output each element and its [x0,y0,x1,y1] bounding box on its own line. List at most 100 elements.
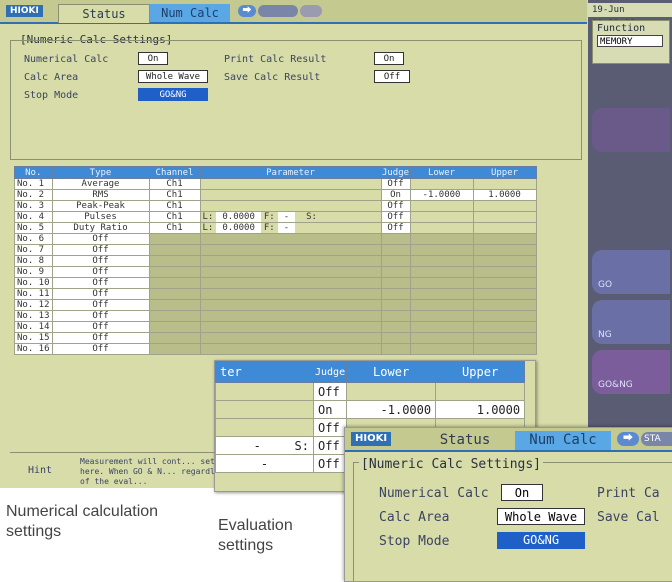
eval-cell-upper[interactable] [435,382,526,401]
cell-no[interactable]: No. 4 [14,211,53,223]
cell-type[interactable]: RMS [51,189,150,201]
eval-cell-lower[interactable]: -1.0000 [346,400,437,419]
table-row[interactable]: No. 10 Off [14,277,537,289]
eval-row[interactable]: Off [215,382,526,401]
table-row[interactable]: No. 9 Off [14,266,537,278]
print-calc-field[interactable]: On [374,52,404,65]
cell-upper[interactable] [472,222,537,234]
eval-cell-judge[interactable]: Off [312,454,348,473]
numerical-calc-field[interactable]: On [138,52,168,65]
cell-judge [380,310,411,322]
cell-lower[interactable] [409,178,474,190]
cell-parameter[interactable] [199,200,382,212]
table-row[interactable]: No. 5 Duty Ratio Ch1 L: 0.0000 F: - Off [14,222,537,234]
cell-no[interactable]: No. 3 [14,200,53,212]
cell-type[interactable]: Off [51,255,150,267]
cell-type[interactable]: Off [51,343,150,355]
param-fval[interactable]: - [277,223,296,233]
cell-channel[interactable]: Ch1 [148,178,201,190]
cell-type[interactable]: Off [51,277,150,289]
side-button-ng[interactable]: NG [592,300,670,344]
table-row[interactable]: No. 1 Average Ch1 Off [14,178,537,190]
cell-upper[interactable] [472,200,537,212]
stop-mode-field[interactable]: GO&NG [138,88,208,101]
cell-judge[interactable]: Off [380,222,411,234]
eval-cell-lower[interactable] [346,382,437,401]
eval-cell-judge[interactable]: Off [312,436,348,455]
eval-cell-judge[interactable]: Off [312,418,348,437]
eval-cell-judge[interactable]: Off [312,382,348,401]
cell-upper[interactable] [472,211,537,223]
cell-parameter[interactable] [199,189,382,201]
cell-channel[interactable]: Ch1 [148,211,201,223]
table-row[interactable]: No. 2 RMS Ch1 On -1.0000 1.0000 [14,189,537,201]
cell-channel[interactable]: Ch1 [148,200,201,212]
eval-cell-judge[interactable]: On [312,400,348,419]
stop-button[interactable] [300,5,322,17]
cell-lower[interactable] [409,211,474,223]
table-row[interactable]: No. 3 Peak-Peak Ch1 Off [14,200,537,212]
cell-type[interactable]: Average [51,178,150,190]
cell-channel[interactable]: Ch1 [148,189,201,201]
cell-type[interactable]: Off [51,321,150,333]
cell-judge[interactable]: Off [380,211,411,223]
cell-upper[interactable]: 1.0000 [472,189,537,201]
cell-lower[interactable]: -1.0000 [409,189,474,201]
table-row[interactable]: No. 12 Off [14,299,537,311]
cell-type[interactable]: Off [51,233,150,245]
table-row[interactable]: No. 15 Off [14,332,537,344]
table-row[interactable]: No. 14 Off [14,321,537,333]
eval-row[interactable]: On -1.0000 1.0000 [215,400,526,419]
cell-no[interactable]: No. 5 [14,222,53,234]
param-fval[interactable]: - [277,212,296,222]
cell-judge[interactable]: Off [380,178,411,190]
param-lval[interactable]: 0.0000 [216,223,261,233]
cell-type[interactable]: Pulses [51,211,150,223]
side-button-go[interactable]: GO [592,250,670,294]
cell-parameter[interactable]: L: 0.0000 F: - S: [199,211,382,223]
cell-lower[interactable] [409,222,474,234]
side-button-top[interactable] [592,108,670,152]
function-box[interactable]: Function MEMORY [592,20,670,64]
table-row[interactable]: No. 7 Off [14,244,537,256]
cell-upper[interactable] [472,178,537,190]
cell-channel[interactable]: Ch1 [148,222,201,234]
cell-lower[interactable] [409,200,474,212]
arrow-icon[interactable]: ⮕ [238,5,256,17]
cell-type[interactable]: Off [51,299,150,311]
tab-num-calc[interactable]: Num Calc [150,4,230,22]
zoom-numerical-calc-field[interactable]: On [501,484,543,501]
table-row[interactable]: No. 16 Off [14,343,537,355]
param-lval[interactable]: 0.0000 [216,212,261,222]
calc-area-field[interactable]: Whole Wave [138,70,208,83]
zoom-start-button[interactable]: STA [641,432,672,446]
cell-type[interactable]: Duty Ratio [51,222,150,234]
zoom-arrow-icon[interactable]: ⮕ [617,432,639,446]
cell-parameter[interactable]: L: 0.0000 F: - [199,222,382,234]
eval-cell-upper[interactable]: 1.0000 [435,400,526,419]
start-button[interactable] [258,5,298,17]
cell-type[interactable]: Off [51,266,150,278]
cell-judge[interactable]: Off [380,200,411,212]
zoom-tab-status[interactable]: Status [417,431,513,450]
cell-type[interactable]: Off [51,310,150,322]
table-row[interactable]: No. 11 Off [14,288,537,300]
cell-judge[interactable]: On [380,189,411,201]
save-calc-field[interactable]: Off [374,70,410,83]
cell-type[interactable]: Peak-Peak [51,200,150,212]
cell-no[interactable]: No. 1 [14,178,53,190]
zoom-stop-mode-field[interactable]: GO&NG [497,532,585,549]
cell-parameter[interactable] [199,178,382,190]
tab-status[interactable]: Status [58,4,150,23]
cell-type[interactable]: Off [51,332,150,344]
zoom-tab-num-calc[interactable]: Num Calc [515,431,611,450]
cell-type[interactable]: Off [51,244,150,256]
table-row[interactable]: No. 6 Off [14,233,537,245]
table-row[interactable]: No. 13 Off [14,310,537,322]
side-button-gong[interactable]: GO&NG [592,350,670,394]
cell-no[interactable]: No. 2 [14,189,53,201]
cell-type[interactable]: Off [51,288,150,300]
zoom-calc-area-field[interactable]: Whole Wave [497,508,585,525]
table-row[interactable]: No. 8 Off [14,255,537,267]
table-row[interactable]: No. 4 Pulses Ch1 L: 0.0000 F: - S: Off [14,211,537,223]
